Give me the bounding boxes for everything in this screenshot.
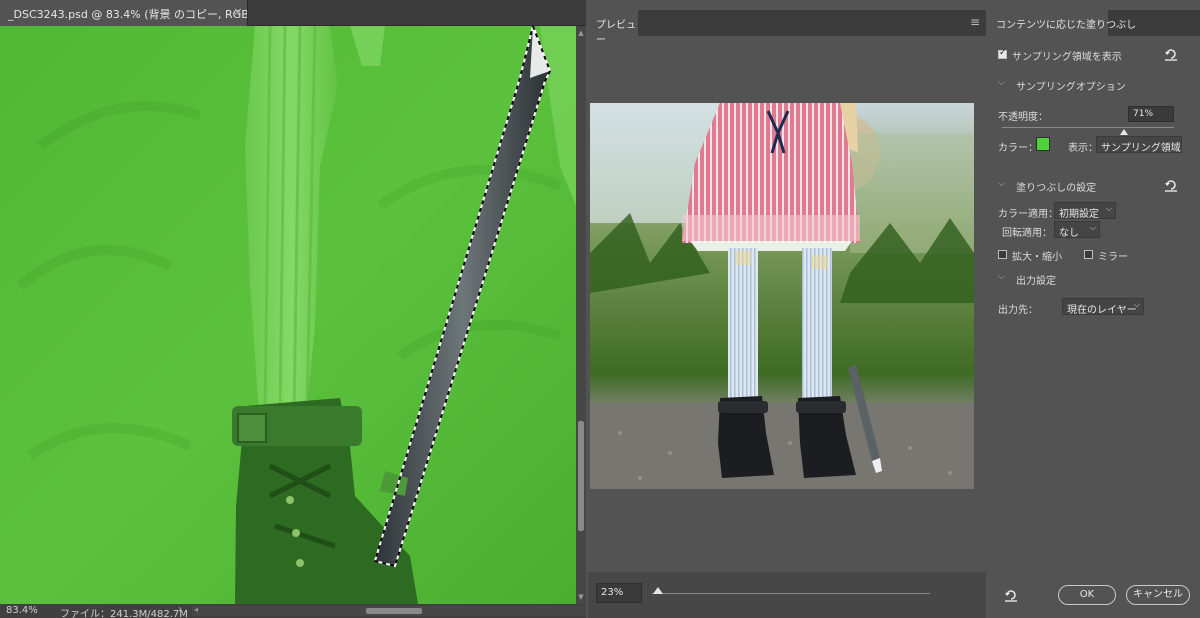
vertical-scroll-thumb[interactable] xyxy=(578,421,584,531)
preview-image xyxy=(590,103,974,489)
overlay-color-swatch[interactable] xyxy=(1036,137,1050,151)
canvas-horizontal-scrollbar[interactable]: ◂ xyxy=(192,605,586,616)
preview-zoom-bar: 23% xyxy=(588,572,986,618)
color-label: カラー： xyxy=(998,143,1038,154)
zoom-level[interactable]: 83.4% xyxy=(6,605,38,616)
document-tab-bar: _DSC3243.psd @ 83.4% (背景 のコピー, RGB/16*) … xyxy=(0,0,586,26)
document-tab-title: _DSC3243.psd @ 83.4% (背景 のコピー, RGB/16*) … xyxy=(8,8,248,21)
opacity-label: 不透明度： xyxy=(998,112,1048,123)
show-sampling-area-checkbox[interactable] xyxy=(998,48,1007,59)
chevron-down-icon: ⌵ xyxy=(998,78,1005,88)
chevron-down-icon: ⌵ xyxy=(1089,223,1096,232)
output-settings-title: 出力設定 xyxy=(1016,276,1056,287)
status-menu-arrow-icon[interactable]: › xyxy=(178,604,182,615)
opacity-slider-thumb[interactable] xyxy=(1120,129,1129,135)
close-icon[interactable]: × xyxy=(232,5,244,19)
display-dropdown[interactable]: サンプリング領域 ⌵ xyxy=(1096,136,1182,153)
chevron-down-icon: ⌵ xyxy=(1171,138,1178,147)
options-tab-bar: コンテンツに応じた塗りつぶし xyxy=(988,10,1200,36)
content-aware-fill-panel: コンテンツに応じた塗りつぶし サンプリング領域を表示 ⌵ サンプリングオプション… xyxy=(988,0,1200,618)
show-sampling-area-label: サンプリング領域を表示 xyxy=(1012,52,1122,63)
output-to-value: 現在のレイヤー xyxy=(1067,305,1137,315)
scroll-down-icon[interactable]: ▼ xyxy=(576,592,586,602)
tab-content-aware-fill[interactable]: コンテンツに応じた塗りつぶし xyxy=(988,10,1136,36)
fill-settings-header[interactable]: ⌵ 塗りつぶしの設定 xyxy=(988,178,1200,194)
opacity-slider[interactable] xyxy=(1002,127,1174,128)
document-panel: _DSC3243.psd @ 83.4% (背景 のコピー, RGB/16*) … xyxy=(0,0,586,618)
scale-mirror-row: 拡大・縮小 ミラー xyxy=(988,248,1200,263)
output-settings-header[interactable]: ⌵ 出力設定 xyxy=(988,272,1200,287)
color-adaptation-dropdown[interactable]: 初期設定 ⌵ xyxy=(1054,202,1116,219)
color-adaptation-label: カラー適用： xyxy=(998,209,1058,220)
document-canvas[interactable] xyxy=(0,26,576,604)
preview-zoom-slider-thumb[interactable] xyxy=(652,587,663,594)
cancel-button[interactable]: キャンセル xyxy=(1126,585,1190,605)
scroll-up-icon[interactable]: ▲ xyxy=(576,28,586,38)
rotation-adaptation-value: なし xyxy=(1059,228,1079,238)
color-adaptation-value: 初期設定 xyxy=(1059,209,1099,219)
output-to-label: 出力先： xyxy=(998,305,1038,316)
canvas-image xyxy=(0,26,576,604)
preview-zoom-field[interactable]: 23% xyxy=(596,583,642,603)
document-status-bar: 83.4% ファイル：241.3M/482.7M › ◂ xyxy=(0,604,586,618)
output-to-dropdown[interactable]: 現在のレイヤー ⌵ xyxy=(1062,298,1144,315)
display-label: 表示： xyxy=(1068,143,1098,154)
preview-zoom-slider[interactable] xyxy=(652,593,930,594)
scale-label: 拡大・縮小 xyxy=(1012,252,1062,263)
fill-settings-title: 塗りつぶしの設定 xyxy=(1016,183,1097,194)
rotation-adaptation-label: 回転適用： xyxy=(1002,228,1052,239)
scroll-left-icon[interactable]: ◂ xyxy=(194,605,198,614)
preview-panel: プレビュー ≡ 23% xyxy=(588,0,986,618)
show-sampling-area-row: サンプリング領域を表示 xyxy=(988,47,1200,63)
rotation-adaptation-dropdown[interactable]: なし ⌵ xyxy=(1054,221,1100,238)
mirror-checkbox[interactable] xyxy=(1084,250,1093,259)
preview-tab-bar: プレビュー ≡ xyxy=(588,10,986,46)
chevron-down-icon: ⌵ xyxy=(1105,204,1112,213)
document-tab[interactable]: _DSC3243.psd @ 83.4% (背景 のコピー, RGB/16*) … xyxy=(0,0,248,26)
reset-all-icon[interactable] xyxy=(1004,588,1018,602)
scale-checkbox[interactable] xyxy=(998,250,1007,259)
reset-icon[interactable] xyxy=(1164,47,1178,61)
reset-icon[interactable] xyxy=(1164,178,1178,192)
horizontal-scroll-thumb[interactable] xyxy=(366,608,422,614)
display-dropdown-value: サンプリング領域 xyxy=(1101,143,1181,153)
sampling-options-header[interactable]: ⌵ サンプリングオプション xyxy=(988,78,1200,93)
tab-preview[interactable]: プレビュー xyxy=(588,10,638,46)
sampling-options-title: サンプリングオプション xyxy=(1016,82,1126,93)
chevron-down-icon: ⌵ xyxy=(998,179,1005,189)
chevron-down-icon: ⌵ xyxy=(998,272,1005,282)
opacity-input[interactable]: 71% xyxy=(1128,106,1174,122)
panel-menu-icon[interactable]: ≡ xyxy=(970,15,980,29)
mirror-label: ミラー xyxy=(1098,252,1128,263)
file-size-info: ファイル：241.3M/482.7M xyxy=(60,609,188,618)
ok-button[interactable]: OK xyxy=(1058,585,1116,605)
chevron-down-icon: ⌵ xyxy=(1133,300,1140,309)
canvas-vertical-scrollbar[interactable]: ▲ ▼ xyxy=(576,26,586,604)
